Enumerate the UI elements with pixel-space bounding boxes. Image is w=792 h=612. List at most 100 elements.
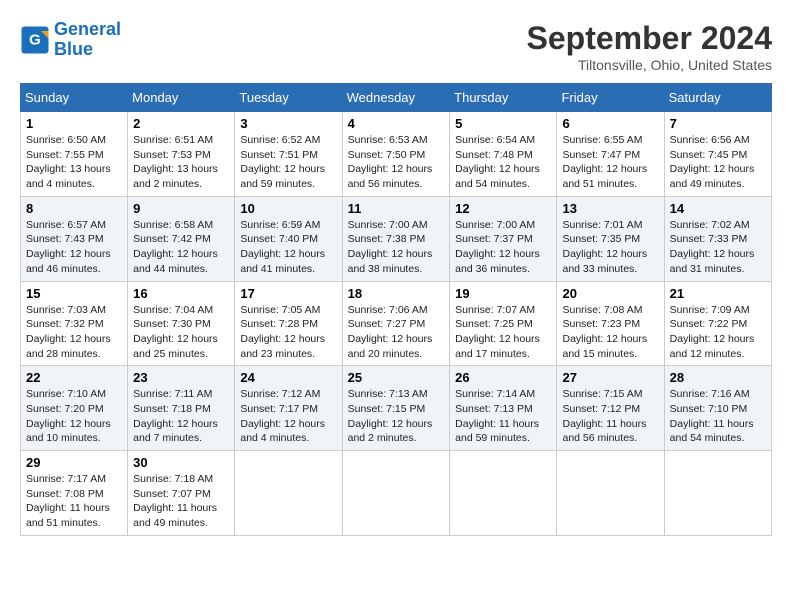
calendar-cell: 11 Sunrise: 7:00 AM Sunset: 7:38 PM Dayli… — [342, 196, 450, 281]
calendar-cell: 1 Sunrise: 6:50 AM Sunset: 7:55 PM Daylig… — [21, 112, 128, 197]
calendar-cell: 26Sunrise: 7:14 AM Sunset: 7:13 PM Dayli… — [450, 366, 557, 451]
calendar-cell: 17 Sunrise: 7:05 AM Sunset: 7:28 PM Dayli… — [235, 281, 342, 366]
calendar-cell: 4 Sunrise: 6:53 AM Sunset: 7:50 PM Daylig… — [342, 112, 450, 197]
day-content: Sunrise: 6:53 AM Sunset: 7:50 PM Dayligh… — [348, 133, 445, 192]
day-number: 2 — [133, 116, 229, 131]
day-number: 6 — [562, 116, 658, 131]
logo-text: General Blue — [54, 20, 121, 60]
day-content: Sunrise: 6:56 AM Sunset: 7:45 PM Dayligh… — [670, 133, 766, 192]
calendar-cell: 14 Sunrise: 7:02 AM Sunset: 7:33 PM Dayli… — [664, 196, 771, 281]
day-number: 16 — [133, 286, 229, 301]
day-number: 1 — [26, 116, 122, 131]
day-number: 20 — [562, 286, 658, 301]
day-content: Sunrise: 6:59 AM Sunset: 7:40 PM Dayligh… — [240, 218, 336, 277]
day-number: 11 — [348, 201, 445, 216]
day-content: Sunrise: 6:55 AM Sunset: 7:47 PM Dayligh… — [562, 133, 658, 192]
day-number: 26 — [455, 370, 551, 385]
day-content: Sunrise: 7:02 AM Sunset: 7:33 PM Dayligh… — [670, 218, 766, 277]
day-content: Sunrise: 7:09 AM Sunset: 7:22 PM Dayligh… — [670, 303, 766, 362]
day-content: Sunrise: 7:15 AM Sunset: 7:12 PM Dayligh… — [562, 387, 658, 446]
header-saturday: Saturday — [664, 84, 771, 112]
calendar-cell — [342, 451, 450, 536]
calendar-cell: 6 Sunrise: 6:55 AM Sunset: 7:47 PM Daylig… — [557, 112, 664, 197]
day-number: 5 — [455, 116, 551, 131]
svg-text:G: G — [29, 31, 41, 48]
calendar-row-2: 8 Sunrise: 6:57 AM Sunset: 7:43 PM Daylig… — [21, 196, 772, 281]
day-number: 3 — [240, 116, 336, 131]
day-content: Sunrise: 6:50 AM Sunset: 7:55 PM Dayligh… — [26, 133, 122, 192]
calendar-cell: 25 Sunrise: 7:13 AM Sunset: 7:15 PM Dayli… — [342, 366, 450, 451]
calendar-cell: 16Sunrise: 7:04 AM Sunset: 7:30 PM Dayli… — [128, 281, 235, 366]
day-number: 9 — [133, 201, 229, 216]
day-number: 13 — [562, 201, 658, 216]
day-content: Sunrise: 7:12 AM Sunset: 7:17 PM Dayligh… — [240, 387, 336, 446]
calendar-cell: 9Sunrise: 6:58 AM Sunset: 7:42 PM Daylig… — [128, 196, 235, 281]
day-content: Sunrise: 7:05 AM Sunset: 7:28 PM Dayligh… — [240, 303, 336, 362]
day-number: 17 — [240, 286, 336, 301]
day-number: 19 — [455, 286, 551, 301]
day-content: Sunrise: 6:52 AM Sunset: 7:51 PM Dayligh… — [240, 133, 336, 192]
calendar-cell: 23Sunrise: 7:11 AM Sunset: 7:18 PM Dayli… — [128, 366, 235, 451]
calendar-cell: 19 Sunrise: 7:07 AM Sunset: 7:25 PM Dayli… — [450, 281, 557, 366]
day-content: Sunrise: 7:10 AM Sunset: 7:20 PM Dayligh… — [26, 387, 122, 446]
page-header: G General Blue September 2024 Tiltonsvil… — [20, 20, 772, 73]
day-content: Sunrise: 7:11 AM Sunset: 7:18 PM Dayligh… — [133, 387, 229, 446]
day-content: Sunrise: 7:07 AM Sunset: 7:25 PM Dayligh… — [455, 303, 551, 362]
day-number: 12 — [455, 201, 551, 216]
calendar-row-5: 29 Sunrise: 7:17 AM Sunset: 7:08 PM Dayli… — [21, 451, 772, 536]
calendar-cell: 20 Sunrise: 7:08 AM Sunset: 7:23 PM Dayli… — [557, 281, 664, 366]
logo: G General Blue — [20, 20, 121, 60]
day-content: Sunrise: 7:00 AM Sunset: 7:38 PM Dayligh… — [348, 218, 445, 277]
calendar-row-3: 15 Sunrise: 7:03 AM Sunset: 7:32 PM Dayli… — [21, 281, 772, 366]
day-content: Sunrise: 6:54 AM Sunset: 7:48 PM Dayligh… — [455, 133, 551, 192]
calendar-subtitle: Tiltonsville, Ohio, United States — [527, 57, 772, 73]
day-number: 29 — [26, 455, 122, 470]
header-friday: Friday — [557, 84, 664, 112]
logo-general: General — [54, 19, 121, 39]
calendar-cell: 13 Sunrise: 7:01 AM Sunset: 7:35 PM Dayli… — [557, 196, 664, 281]
header-tuesday: Tuesday — [235, 84, 342, 112]
calendar-cell: 18Sunrise: 7:06 AM Sunset: 7:27 PM Dayli… — [342, 281, 450, 366]
day-number: 24 — [240, 370, 336, 385]
day-number: 22 — [26, 370, 122, 385]
logo-blue: Blue — [54, 39, 93, 59]
day-number: 25 — [348, 370, 445, 385]
calendar-cell — [664, 451, 771, 536]
day-content: Sunrise: 6:57 AM Sunset: 7:43 PM Dayligh… — [26, 218, 122, 277]
day-content: Sunrise: 7:17 AM Sunset: 7:08 PM Dayligh… — [26, 472, 122, 531]
day-number: 18 — [348, 286, 445, 301]
calendar-cell: 7 Sunrise: 6:56 AM Sunset: 7:45 PM Daylig… — [664, 112, 771, 197]
title-block: September 2024 Tiltonsville, Ohio, Unite… — [527, 20, 772, 73]
day-number: 7 — [670, 116, 766, 131]
header-row: Sunday Monday Tuesday Wednesday Thursday… — [21, 84, 772, 112]
day-content: Sunrise: 6:51 AM Sunset: 7:53 PM Dayligh… — [133, 133, 229, 192]
calendar-cell: 2 Sunrise: 6:51 AM Sunset: 7:53 PM Daylig… — [128, 112, 235, 197]
calendar-cell: 12Sunrise: 7:00 AM Sunset: 7:37 PM Dayli… — [450, 196, 557, 281]
day-content: Sunrise: 7:01 AM Sunset: 7:35 PM Dayligh… — [562, 218, 658, 277]
calendar-cell: 28Sunrise: 7:16 AM Sunset: 7:10 PM Dayli… — [664, 366, 771, 451]
day-content: Sunrise: 7:13 AM Sunset: 7:15 PM Dayligh… — [348, 387, 445, 446]
day-number: 14 — [670, 201, 766, 216]
calendar-cell: 5 Sunrise: 6:54 AM Sunset: 7:48 PM Daylig… — [450, 112, 557, 197]
day-number: 4 — [348, 116, 445, 131]
day-number: 21 — [670, 286, 766, 301]
header-sunday: Sunday — [21, 84, 128, 112]
day-number: 15 — [26, 286, 122, 301]
day-content: Sunrise: 7:03 AM Sunset: 7:32 PM Dayligh… — [26, 303, 122, 362]
calendar-cell: 8 Sunrise: 6:57 AM Sunset: 7:43 PM Daylig… — [21, 196, 128, 281]
calendar-row-1: 1 Sunrise: 6:50 AM Sunset: 7:55 PM Daylig… — [21, 112, 772, 197]
day-content: Sunrise: 7:08 AM Sunset: 7:23 PM Dayligh… — [562, 303, 658, 362]
calendar-cell: 27 Sunrise: 7:15 AM Sunset: 7:12 PM Dayli… — [557, 366, 664, 451]
calendar-title: September 2024 — [527, 20, 772, 57]
calendar-cell: 30Sunrise: 7:18 AM Sunset: 7:07 PM Dayli… — [128, 451, 235, 536]
day-number: 27 — [562, 370, 658, 385]
calendar-cell: 15 Sunrise: 7:03 AM Sunset: 7:32 PM Dayli… — [21, 281, 128, 366]
calendar-cell — [557, 451, 664, 536]
calendar-cell — [450, 451, 557, 536]
calendar-row-4: 22 Sunrise: 7:10 AM Sunset: 7:20 PM Dayli… — [21, 366, 772, 451]
day-number: 10 — [240, 201, 336, 216]
day-number: 28 — [670, 370, 766, 385]
header-monday: Monday — [128, 84, 235, 112]
day-number: 8 — [26, 201, 122, 216]
logo-icon: G — [20, 25, 50, 55]
